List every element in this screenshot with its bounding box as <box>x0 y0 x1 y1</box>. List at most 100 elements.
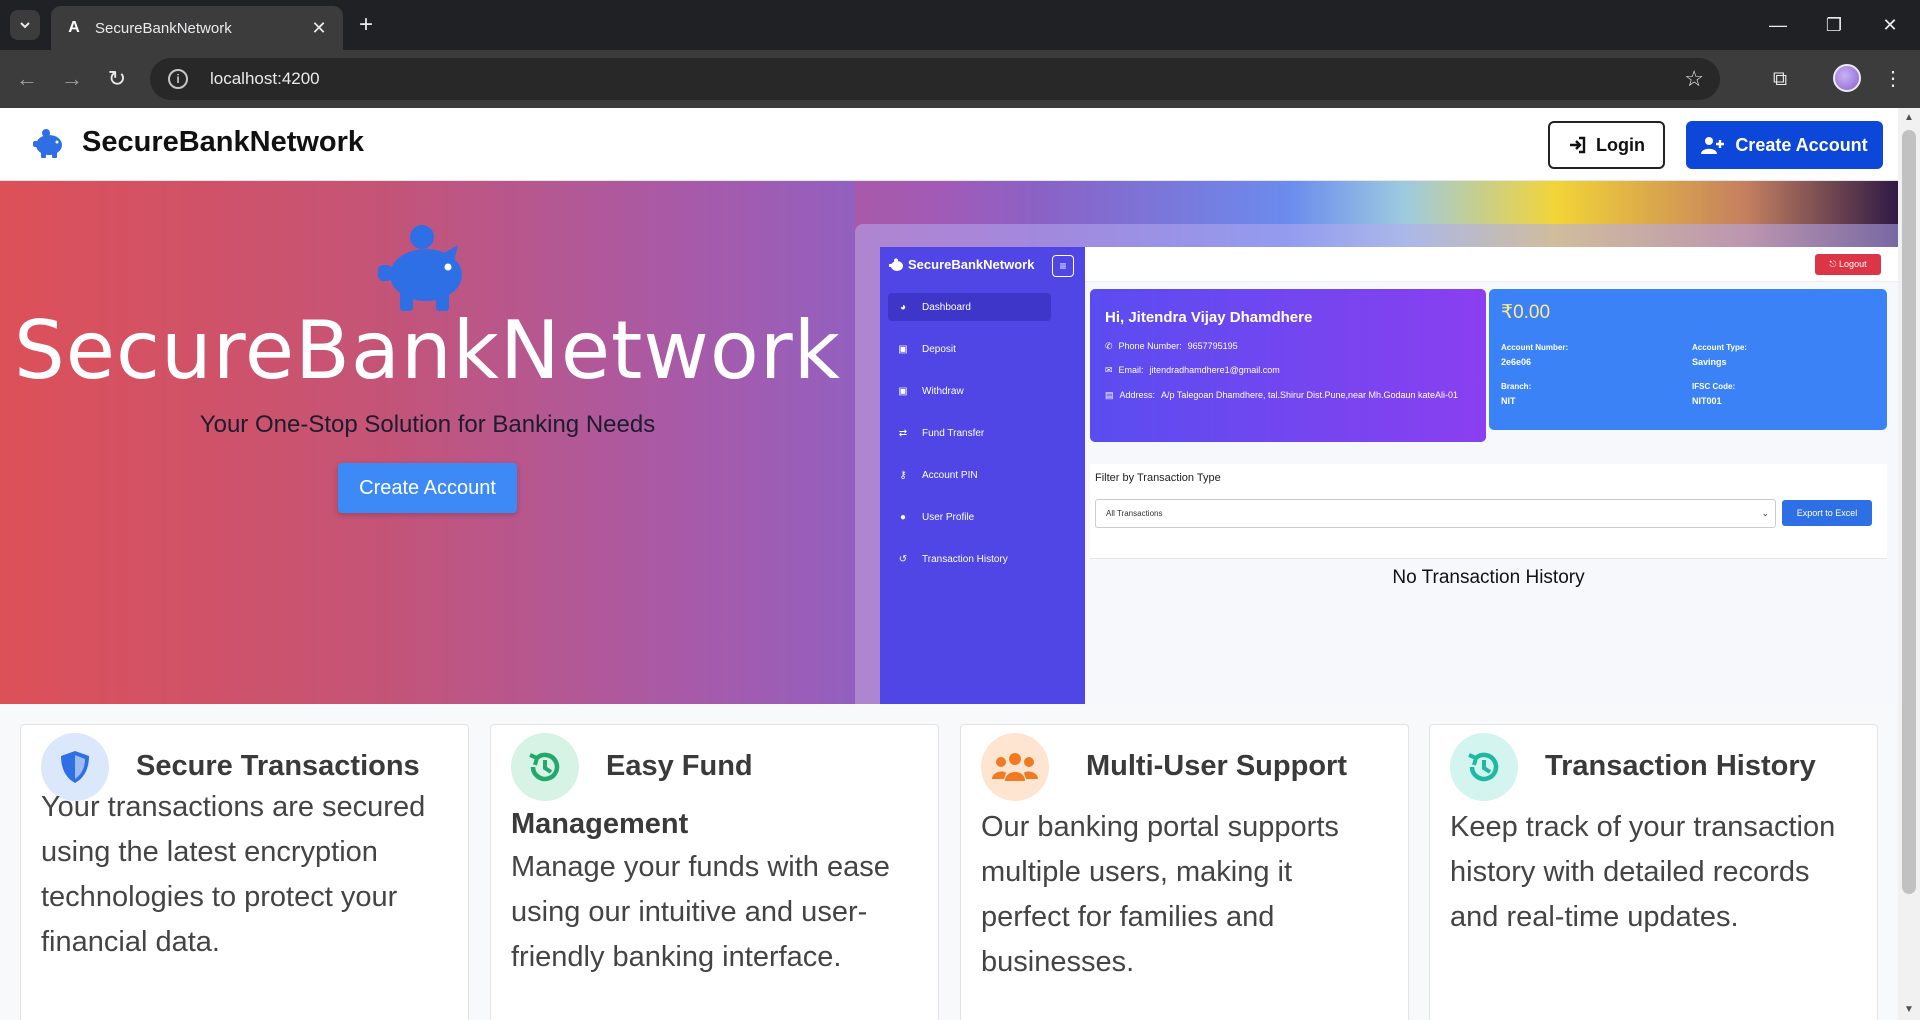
chevron-down-icon <box>20 22 30 29</box>
history-icon: ↺ <box>898 553 908 565</box>
hero-title: SecureBankNetwork <box>14 304 841 397</box>
extensions-icon[interactable]: ⧉ <box>1763 62 1797 96</box>
site-navbar: SecureBankNetwork Login Create Account <box>0 108 1898 181</box>
envelope-icon: ✉ <box>1105 365 1113 375</box>
piggy-bank-icon <box>889 258 903 271</box>
preview-account-number: 2e6e06 <box>1501 357 1532 367</box>
dashboard-preview: SecureBankNetwork ≡ ◕ Dashboard ▣ Deposit … <box>880 247 1898 704</box>
preview-empty-state: No Transaction History <box>1392 567 1585 588</box>
history-icon <box>1450 733 1518 801</box>
feature-card-secure: Secure Transactions Your transactions ar… <box>20 724 469 1020</box>
preview-email-row: ✉ Email: jitendradhamdhere1@gmail.com <box>1105 365 1280 376</box>
piggy-bank-icon <box>33 128 62 158</box>
preview-email-label: Email: <box>1118 365 1144 375</box>
preview-address-label: Address: <box>1119 390 1156 400</box>
feature-text: Manage your funds with ease using our in… <box>511 851 890 973</box>
browser-tab-strip: A SecureBankNetwork ✕ + — ❐ ✕ <box>0 0 1920 50</box>
bookmark-star-icon[interactable]: ☆ <box>1684 66 1704 92</box>
preview-nav-transaction-history: ↺ Transaction History <box>888 545 1051 573</box>
feature-title: Multi-User Support <box>1086 750 1347 782</box>
tab-close-icon[interactable]: ✕ <box>309 18 329 39</box>
user-icon: ● <box>899 511 907 523</box>
money-icon: ▣ <box>898 343 908 355</box>
preview-nav-account-pin: ⚷ Account PIN <box>888 461 1051 489</box>
scroll-up-arrow-icon[interactable]: ▲ <box>1898 110 1920 126</box>
money-icon: ▣ <box>898 385 908 397</box>
url-text: localhost:4200 <box>210 69 320 88</box>
profile-avatar[interactable] <box>1833 64 1861 92</box>
feature-card-multi-user: Multi-User Support Our banking portal su… <box>960 724 1409 1020</box>
site-info-icon[interactable]: i <box>168 69 188 89</box>
piggy-bank-icon <box>378 225 462 311</box>
browser-tab[interactable]: A SecureBankNetwork ✕ <box>51 6 343 50</box>
key-icon: ⚷ <box>899 469 907 481</box>
preview-sidebar: SecureBankNetwork ≡ ◕ Dashboard ▣ Deposit … <box>880 247 1085 704</box>
preview-branch: NIT <box>1501 396 1516 406</box>
sign-in-icon <box>1568 136 1586 154</box>
scroll-down-arrow-icon[interactable]: ▼ <box>1898 1002 1920 1018</box>
feature-title: Transaction History <box>1545 750 1816 782</box>
preview-logout-button: ⎋ Logout <box>1815 254 1881 275</box>
brand-name: SecureBankNetwork <box>82 126 365 158</box>
create-account-button[interactable]: Create Account <box>1686 121 1883 169</box>
tab-title: SecureBankNetwork <box>95 19 232 37</box>
restore-button[interactable]: ❐ <box>1814 10 1854 40</box>
preview-export-button: Export to Excel <box>1782 500 1872 526</box>
angular-favicon-icon: A <box>68 19 80 36</box>
feature-title: Easy Fund <box>606 750 753 782</box>
minimize-button[interactable]: — <box>1758 10 1798 40</box>
preview-filter-panel: Filter by Transaction Type All Transacti… <box>1090 464 1887 559</box>
page-scrollbar[interactable]: ▲ ▼ <box>1898 108 1920 1020</box>
back-button[interactable]: ← <box>10 62 44 96</box>
forward-button[interactable]: → <box>55 62 89 96</box>
login-label: Login <box>1596 134 1645 155</box>
preview-nav-fund-transfer: ⇄ Fund Transfer <box>888 419 1051 447</box>
preview-nav-label: Fund Transfer <box>922 427 985 439</box>
feature-card-fund-management: Easy Fund Management Manage your funds w… <box>490 724 939 1020</box>
reload-button[interactable]: ↻ <box>100 62 134 96</box>
feature-text: Our banking portal supports multiple use… <box>981 811 1339 978</box>
feature-text: Keep track of your transaction history w… <box>1450 811 1836 933</box>
close-window-button[interactable]: ✕ <box>1870 10 1910 40</box>
preview-logout-label: Logout <box>1839 259 1867 269</box>
preview-account-card: ₹0.00 Account Number: 2e6e06 Account Typ… <box>1489 289 1887 430</box>
preview-nav-dashboard: ◕ Dashboard <box>888 293 1051 321</box>
preview-nav-deposit: ▣ Deposit <box>888 335 1051 363</box>
new-tab-button[interactable]: + <box>352 12 380 40</box>
preview-account-type: Savings <box>1692 357 1727 367</box>
address-bar[interactable]: i localhost:4200 ☆ <box>150 58 1720 100</box>
tab-search-button[interactable] <box>10 10 40 40</box>
user-plus-icon <box>1701 136 1725 154</box>
hero-create-account-button[interactable]: Create Account <box>338 463 517 513</box>
preview-ifsc: NIT001 <box>1692 396 1722 406</box>
preview-nav-label: User Profile <box>922 511 975 523</box>
preview-balance: ₹0.00 <box>1501 302 1551 323</box>
features-section: Secure Transactions Your transactions ar… <box>0 704 1898 1020</box>
preview-nav-label: Account PIN <box>922 469 978 481</box>
hamburger-icon: ≡ <box>1052 255 1074 277</box>
login-button[interactable]: Login <box>1548 121 1665 169</box>
preview-phone: 9657795195 <box>1187 341 1238 351</box>
preview-nav-label: Deposit <box>922 343 956 355</box>
preview-nav-user-profile: ● User Profile <box>888 503 1051 531</box>
preview-branch-label: Branch: <box>1501 382 1532 391</box>
create-account-label: Create Account <box>1735 134 1868 155</box>
preview-filter-label: Filter by Transaction Type <box>1095 472 1221 484</box>
address-card-icon: ▤ <box>1105 390 1114 400</box>
preview-topbar <box>1085 247 1898 282</box>
preview-filter-select: All Transactions ⌄ <box>1095 499 1776 528</box>
chevron-down-icon: ⌄ <box>1761 508 1769 518</box>
preview-brand-name: SecureBankNetwork <box>908 257 1035 272</box>
preview-email: jitendradhamdhere1@gmail.com <box>1149 365 1280 375</box>
preview-address-row: ▤ Address: A/p Talegoan Dhamdhere, tal.S… <box>1105 389 1475 401</box>
preview-brand: SecureBankNetwork <box>888 257 1034 272</box>
dashboard-icon: ◕ <box>899 301 907 313</box>
menu-kebab-icon[interactable]: ⋮ <box>1876 62 1910 96</box>
users-icon <box>981 733 1049 801</box>
brand[interactable]: SecureBankNetwork <box>30 126 364 159</box>
preview-filter-value: All Transactions <box>1106 509 1163 518</box>
scrollbar-thumb[interactable] <box>1902 130 1916 894</box>
phone-icon: ✆ <box>1105 341 1113 351</box>
preview-nav-withdraw: ▣ Withdraw <box>888 377 1051 405</box>
preview-phone-label: Phone Number: <box>1118 341 1182 351</box>
